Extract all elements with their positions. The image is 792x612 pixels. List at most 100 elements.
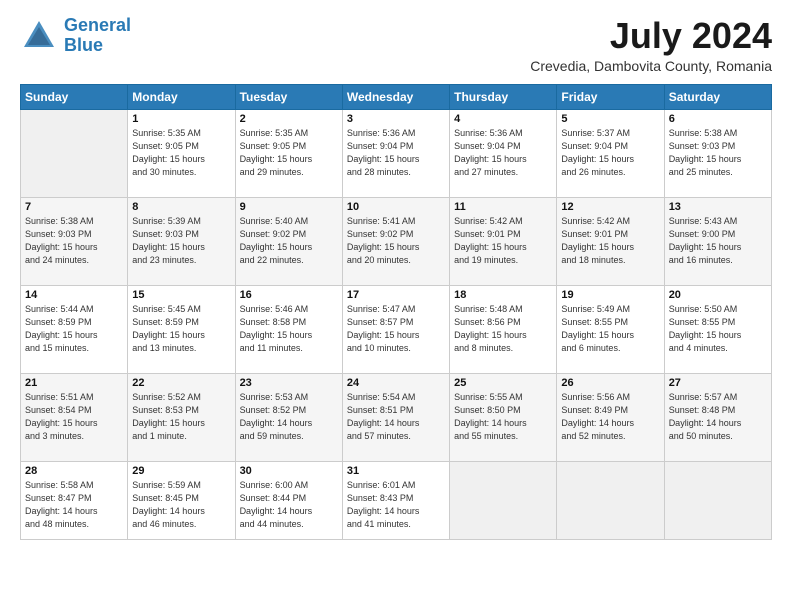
col-header-friday: Friday <box>557 84 664 109</box>
logo-text: General Blue <box>64 16 131 56</box>
day-number: 29 <box>132 465 230 477</box>
day-info: Sunrise: 5:44 AM Sunset: 8:59 PM Dayligh… <box>25 303 123 355</box>
day-cell: 9 Sunrise: 5:40 AM Sunset: 9:02 PM Daylig… <box>235 197 342 285</box>
day-number: 28 <box>25 465 123 477</box>
header-row: SundayMondayTuesdayWednesdayThursdayFrid… <box>21 84 772 109</box>
day-number: 20 <box>669 289 767 301</box>
week-row-4: 21Sunrise: 5:51 AM Sunset: 8:54 PM Dayli… <box>21 373 772 461</box>
day-cell: 28 Sunrise: 5:58 AM Sunset: 8:47 PM Dayli… <box>21 461 128 539</box>
day-number: 27 <box>669 377 767 389</box>
day-cell: 7 Sunrise: 5:38 AM Sunset: 9:03 PM Daylig… <box>21 197 128 285</box>
day-number: 22 <box>132 377 230 389</box>
day-info: Sunrise: 5:37 AM Sunset: 9:04 PM Dayligh… <box>561 127 659 179</box>
day-cell: 20 Sunrise: 5:50 AM Sunset: 8:55 PM Dayli… <box>664 285 771 373</box>
day-info: Sunrise: 5:47 AM Sunset: 8:57 PM Dayligh… <box>347 303 445 355</box>
day-number: 8 <box>132 201 230 213</box>
day-cell: 24Sunrise: 5:54 AM Sunset: 8:51 PM Dayli… <box>342 373 449 461</box>
logo-line1: General <box>64 15 131 35</box>
day-cell <box>557 461 664 539</box>
title-block: July 2024 Crevedia, Dambovita County, Ro… <box>530 16 772 74</box>
day-cell: 15 Sunrise: 5:45 AM Sunset: 8:59 PM Dayli… <box>128 285 235 373</box>
day-info: Sunrise: 5:55 AM Sunset: 8:50 PM Dayligh… <box>454 391 552 443</box>
week-row-1: 1 Sunrise: 5:35 AM Sunset: 9:05 PM Daylig… <box>21 109 772 197</box>
day-info: Sunrise: 5:43 AM Sunset: 9:00 PM Dayligh… <box>669 215 767 267</box>
day-number: 4 <box>454 113 552 125</box>
day-number: 9 <box>240 201 338 213</box>
day-cell: 22 Sunrise: 5:52 AM Sunset: 8:53 PM Dayli… <box>128 373 235 461</box>
day-cell: 1 Sunrise: 5:35 AM Sunset: 9:05 PM Daylig… <box>128 109 235 197</box>
day-info: Sunrise: 5:53 AM Sunset: 8:52 PM Dayligh… <box>240 391 338 443</box>
day-info: Sunrise: 5:36 AM Sunset: 9:04 PM Dayligh… <box>347 127 445 179</box>
logo-line2: Blue <box>64 35 103 55</box>
col-header-wednesday: Wednesday <box>342 84 449 109</box>
day-cell: 2Sunrise: 5:35 AM Sunset: 9:05 PM Daylig… <box>235 109 342 197</box>
day-cell: 14 Sunrise: 5:44 AM Sunset: 8:59 PM Dayli… <box>21 285 128 373</box>
day-cell: 13 Sunrise: 5:43 AM Sunset: 9:00 PM Dayli… <box>664 197 771 285</box>
day-number: 13 <box>669 201 767 213</box>
col-header-sunday: Sunday <box>21 84 128 109</box>
day-info: Sunrise: 5:45 AM Sunset: 8:59 PM Dayligh… <box>132 303 230 355</box>
day-cell: 11 Sunrise: 5:42 AM Sunset: 9:01 PM Dayli… <box>450 197 557 285</box>
day-info: Sunrise: 6:01 AM Sunset: 8:43 PM Dayligh… <box>347 479 445 531</box>
day-info: Sunrise: 5:35 AM Sunset: 9:05 PM Dayligh… <box>132 127 230 179</box>
day-number: 17 <box>347 289 445 301</box>
col-header-thursday: Thursday <box>450 84 557 109</box>
day-cell: 29 Sunrise: 5:59 AM Sunset: 8:45 PM Dayli… <box>128 461 235 539</box>
day-cell <box>664 461 771 539</box>
day-number: 1 <box>132 113 230 125</box>
day-info: Sunrise: 5:56 AM Sunset: 8:49 PM Dayligh… <box>561 391 659 443</box>
col-header-saturday: Saturday <box>664 84 771 109</box>
day-cell: 21Sunrise: 5:51 AM Sunset: 8:54 PM Dayli… <box>21 373 128 461</box>
calendar-table: SundayMondayTuesdayWednesdayThursdayFrid… <box>20 84 772 540</box>
day-info: Sunrise: 5:40 AM Sunset: 9:02 PM Dayligh… <box>240 215 338 267</box>
day-cell: 31Sunrise: 6:01 AM Sunset: 8:43 PM Dayli… <box>342 461 449 539</box>
day-info: Sunrise: 5:39 AM Sunset: 9:03 PM Dayligh… <box>132 215 230 267</box>
day-info: Sunrise: 5:52 AM Sunset: 8:53 PM Dayligh… <box>132 391 230 443</box>
day-info: Sunrise: 5:54 AM Sunset: 8:51 PM Dayligh… <box>347 391 445 443</box>
day-number: 23 <box>240 377 338 389</box>
week-row-3: 14 Sunrise: 5:44 AM Sunset: 8:59 PM Dayli… <box>21 285 772 373</box>
day-cell: 17 Sunrise: 5:47 AM Sunset: 8:57 PM Dayli… <box>342 285 449 373</box>
day-cell: 30 Sunrise: 6:00 AM Sunset: 8:44 PM Dayli… <box>235 461 342 539</box>
day-info: Sunrise: 5:58 AM Sunset: 8:47 PM Dayligh… <box>25 479 123 531</box>
day-number: 5 <box>561 113 659 125</box>
day-number: 7 <box>25 201 123 213</box>
day-cell: 27 Sunrise: 5:57 AM Sunset: 8:48 PM Dayli… <box>664 373 771 461</box>
day-number: 19 <box>561 289 659 301</box>
day-info: Sunrise: 5:57 AM Sunset: 8:48 PM Dayligh… <box>669 391 767 443</box>
day-cell: 12Sunrise: 5:42 AM Sunset: 9:01 PM Dayli… <box>557 197 664 285</box>
day-info: Sunrise: 5:59 AM Sunset: 8:45 PM Dayligh… <box>132 479 230 531</box>
day-info: Sunrise: 5:41 AM Sunset: 9:02 PM Dayligh… <box>347 215 445 267</box>
day-cell <box>450 461 557 539</box>
week-row-2: 7 Sunrise: 5:38 AM Sunset: 9:03 PM Daylig… <box>21 197 772 285</box>
day-number: 6 <box>669 113 767 125</box>
day-number: 11 <box>454 201 552 213</box>
col-header-monday: Monday <box>128 84 235 109</box>
day-cell: 8 Sunrise: 5:39 AM Sunset: 9:03 PM Daylig… <box>128 197 235 285</box>
day-cell: 4 Sunrise: 5:36 AM Sunset: 9:04 PM Daylig… <box>450 109 557 197</box>
logo: General Blue <box>20 16 131 56</box>
logo-icon <box>20 17 58 55</box>
day-info: Sunrise: 5:42 AM Sunset: 9:01 PM Dayligh… <box>454 215 552 267</box>
day-number: 10 <box>347 201 445 213</box>
day-number: 15 <box>132 289 230 301</box>
header: General Blue July 2024 Crevedia, Dambovi… <box>20 16 772 74</box>
day-number: 30 <box>240 465 338 477</box>
day-number: 25 <box>454 377 552 389</box>
page: General Blue July 2024 Crevedia, Dambovi… <box>0 0 792 612</box>
day-cell: 3 Sunrise: 5:36 AM Sunset: 9:04 PM Daylig… <box>342 109 449 197</box>
day-info: Sunrise: 5:49 AM Sunset: 8:55 PM Dayligh… <box>561 303 659 355</box>
day-cell: 18Sunrise: 5:48 AM Sunset: 8:56 PM Dayli… <box>450 285 557 373</box>
day-number: 3 <box>347 113 445 125</box>
day-info: Sunrise: 6:00 AM Sunset: 8:44 PM Dayligh… <box>240 479 338 531</box>
day-cell <box>21 109 128 197</box>
day-info: Sunrise: 5:50 AM Sunset: 8:55 PM Dayligh… <box>669 303 767 355</box>
day-number: 12 <box>561 201 659 213</box>
day-cell: 16Sunrise: 5:46 AM Sunset: 8:58 PM Dayli… <box>235 285 342 373</box>
day-info: Sunrise: 5:38 AM Sunset: 9:03 PM Dayligh… <box>669 127 767 179</box>
col-header-tuesday: Tuesday <box>235 84 342 109</box>
day-info: Sunrise: 5:36 AM Sunset: 9:04 PM Dayligh… <box>454 127 552 179</box>
day-cell: 26Sunrise: 5:56 AM Sunset: 8:49 PM Dayli… <box>557 373 664 461</box>
day-info: Sunrise: 5:38 AM Sunset: 9:03 PM Dayligh… <box>25 215 123 267</box>
day-number: 14 <box>25 289 123 301</box>
